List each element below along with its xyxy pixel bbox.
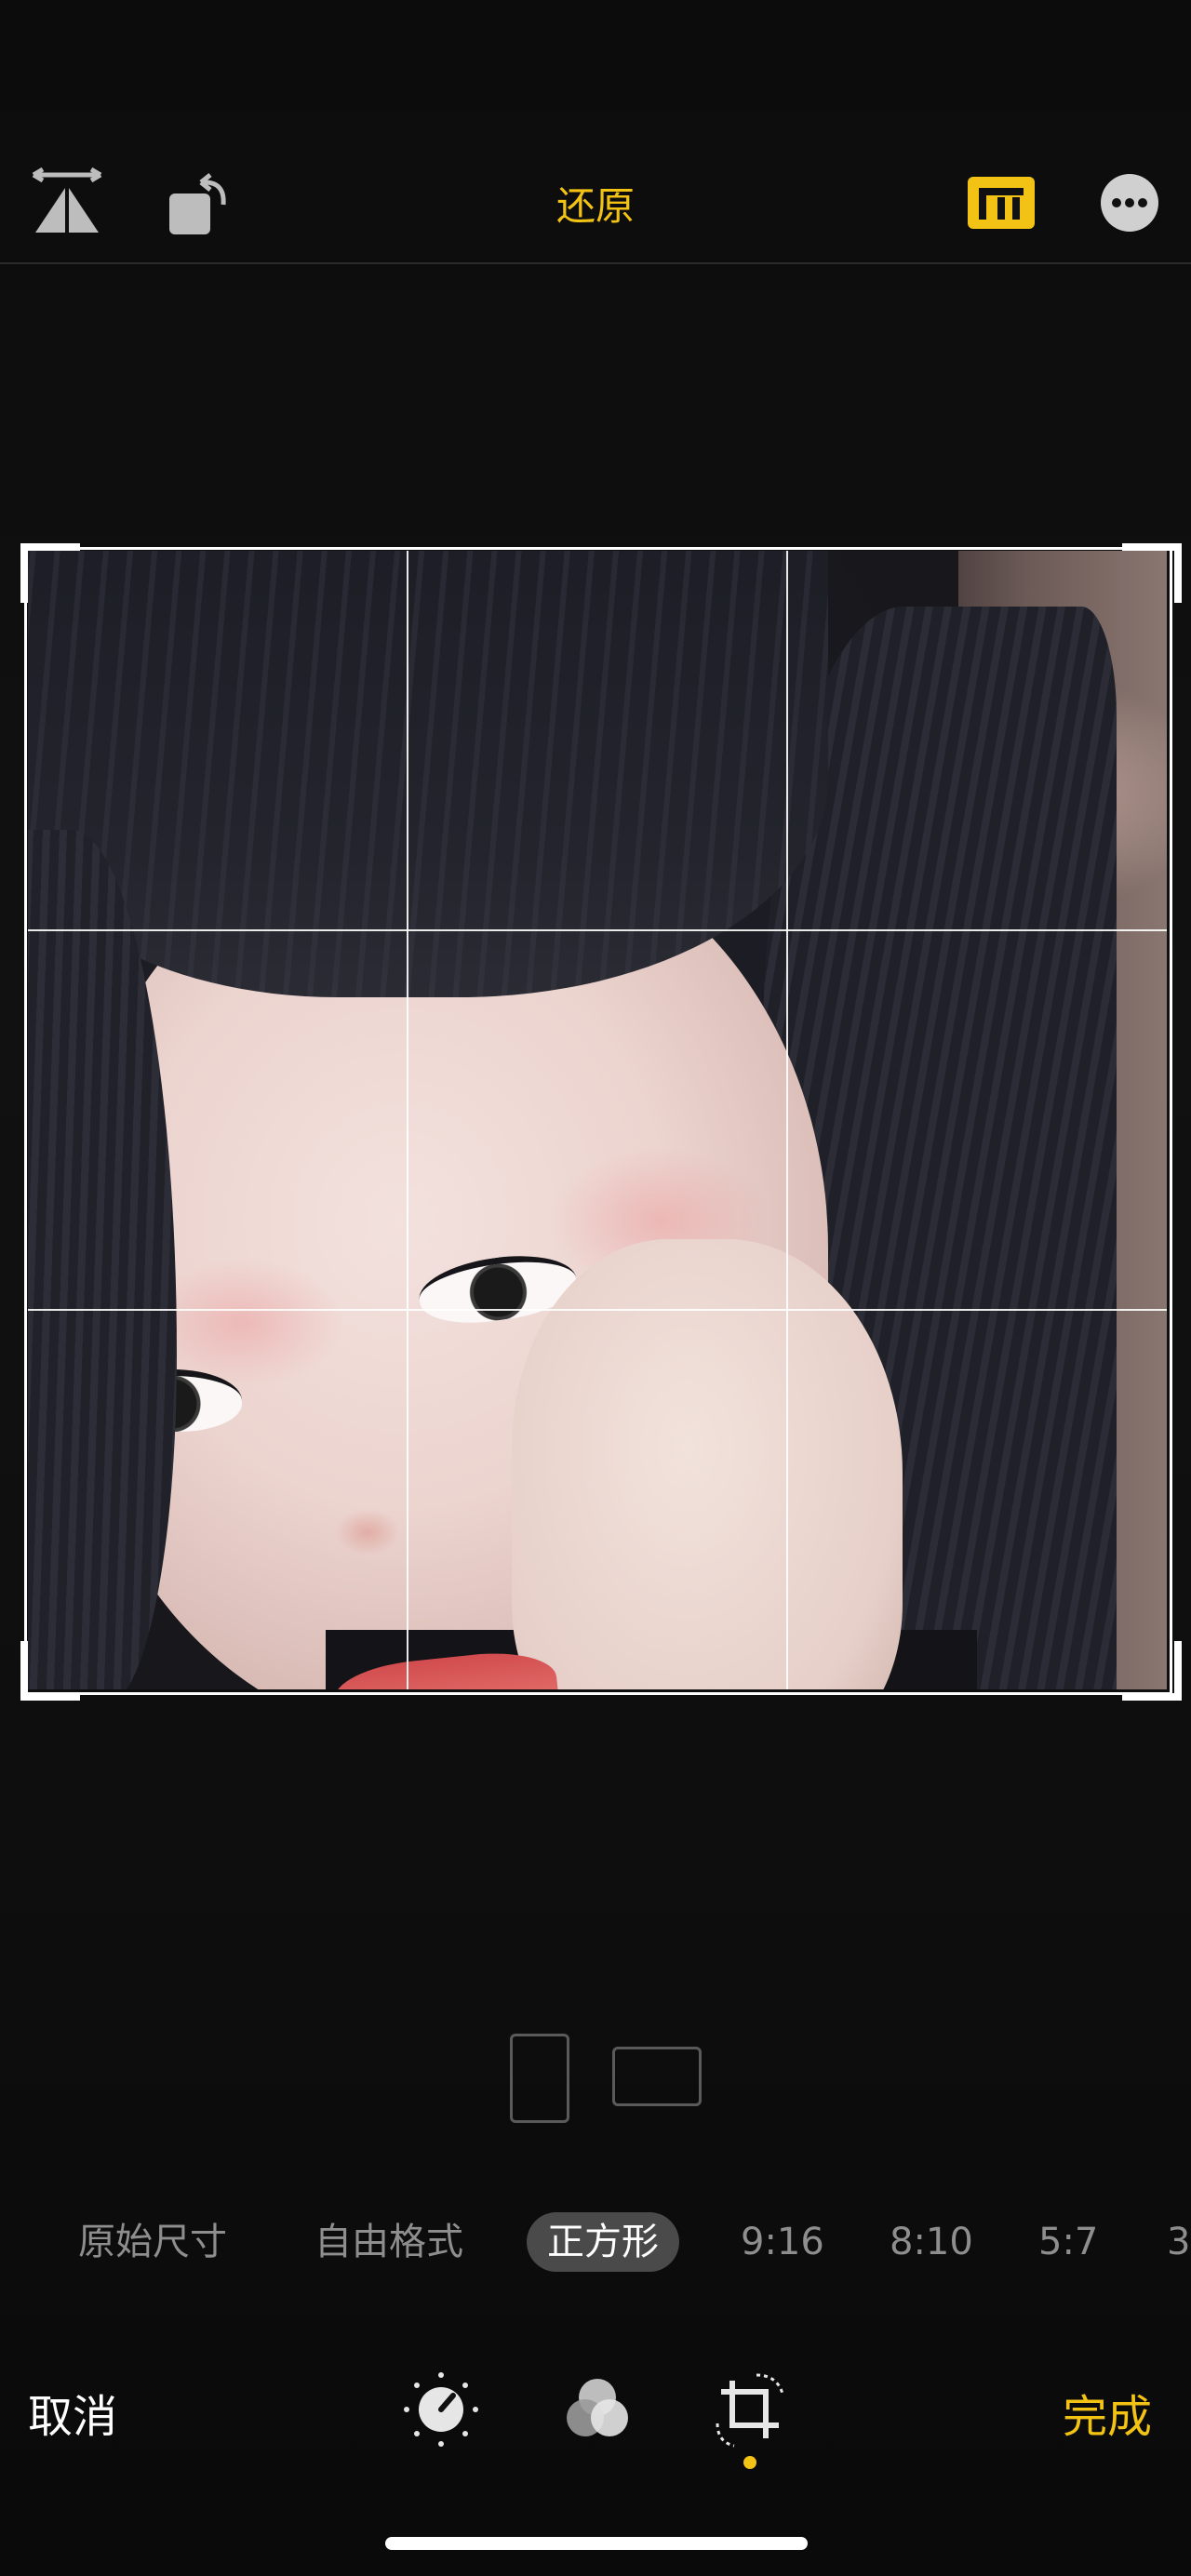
aspect-ratio-icon	[966, 175, 1037, 231]
revert-button[interactable]: 还原	[502, 175, 689, 232]
perspective-flip-icon	[30, 166, 104, 240]
more-button[interactable]	[1091, 164, 1169, 242]
ratio-original[interactable]: 原始尺寸	[78, 2212, 227, 2272]
filters-icon	[555, 2368, 639, 2455]
more-icon	[1099, 172, 1160, 234]
cancel-button[interactable]: 取消	[28, 2380, 117, 2445]
crop-tool-button[interactable]	[705, 2367, 795, 2456]
rotate-icon	[160, 166, 234, 240]
ratio-partial[interactable]: 3	[1167, 2212, 1190, 2272]
crop-handle-top-right[interactable]	[1122, 543, 1182, 603]
crop-handle-bottom-right[interactable]	[1122, 1641, 1182, 1701]
adjust-icon	[399, 2368, 483, 2455]
adjust-tool-button[interactable]	[396, 2367, 486, 2456]
crop-handle-bottom-left[interactable]	[20, 1641, 80, 1701]
photo-edit-screen: 还原 原始尺寸 自由格式 正方形 9:16 8:10 5:7 3 取消 完成	[0, 0, 1191, 2576]
ratio-5-7[interactable]: 5:7	[1038, 2212, 1098, 2272]
ratio-8-10[interactable]: 8:10	[890, 2212, 973, 2272]
top-toolbar: 还原	[0, 140, 1191, 264]
landscape-orientation-button[interactable]	[612, 2047, 702, 2106]
perspective-flip-button[interactable]	[28, 164, 106, 242]
bottom-toolbar: 取消 完成	[0, 2363, 1191, 2469]
active-tool-indicator	[743, 2456, 756, 2469]
aspect-ratio-strip: 原始尺寸 自由格式 正方形 9:16 8:10 5:7 3	[0, 2212, 1191, 2277]
done-button[interactable]: 完成	[1063, 2380, 1152, 2445]
filters-tool-button[interactable]	[553, 2367, 642, 2456]
ratio-9-16[interactable]: 9:16	[741, 2212, 824, 2272]
aspect-ratio-button[interactable]	[962, 164, 1040, 242]
crop-icon	[708, 2368, 792, 2455]
portrait-orientation-button[interactable]	[510, 2034, 569, 2123]
crop-frame[interactable]	[24, 547, 1172, 1695]
home-indicator[interactable]	[385, 2537, 808, 2550]
crop-handle-top-left[interactable]	[20, 543, 80, 603]
ratio-freeform[interactable]: 自由格式	[314, 2212, 463, 2272]
rotate-button[interactable]	[158, 164, 236, 242]
ratio-square[interactable]: 正方形	[527, 2212, 679, 2272]
